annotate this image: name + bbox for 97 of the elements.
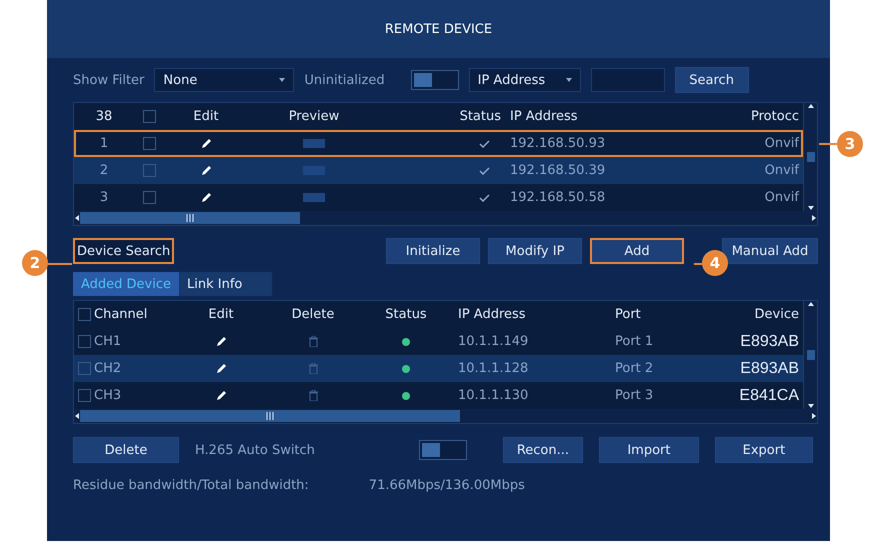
down-arrow-icon[interactable] xyxy=(808,403,814,409)
row-checkbox[interactable] xyxy=(142,164,156,177)
pencil-icon[interactable] xyxy=(215,336,227,348)
right-arrow-icon[interactable] xyxy=(811,413,817,419)
footer-button[interactable]: Import xyxy=(598,437,699,463)
column-header: Channel xyxy=(94,307,148,322)
table-cell-text: 192.168.50.93 xyxy=(509,136,606,151)
footer-button[interactable]: Recon... xyxy=(502,437,583,463)
table-cell: CH3 xyxy=(94,388,122,403)
delete-button[interactable]: Delete xyxy=(73,437,179,463)
column-header: Protocc xyxy=(750,109,800,124)
table-cell: CH2 xyxy=(94,361,122,376)
horizontal-scrollbar[interactable] xyxy=(74,211,817,225)
column-header: IP Address xyxy=(509,109,579,124)
tab[interactable]: Link Info xyxy=(179,272,272,296)
bandwidth-value: 71.66Mbps/136.00Mbps xyxy=(368,478,525,492)
column-header: Port xyxy=(614,307,642,322)
column-header: Preview xyxy=(288,109,340,124)
search-by-dropdown[interactable]: IP Address xyxy=(468,68,581,92)
table-cell-text: E893AB xyxy=(739,332,800,350)
table-cell-text: 10.1.1.130 xyxy=(457,388,530,403)
down-arrow-icon[interactable] xyxy=(808,205,814,211)
left-arrow-icon[interactable] xyxy=(74,215,80,221)
column-header: Status xyxy=(384,307,428,322)
column-header: Delete xyxy=(290,307,336,322)
filter-dropdown[interactable]: None xyxy=(154,68,294,92)
table-cell-text: 1 xyxy=(98,136,110,151)
window-title: REMOTE DEVICE xyxy=(47,0,830,58)
row-checkbox[interactable] xyxy=(78,362,91,375)
h265-toggle[interactable] xyxy=(418,440,467,460)
h265-label: H.265 Auto Switch xyxy=(195,442,315,458)
search-button[interactable]: Search xyxy=(674,67,749,93)
trash-icon[interactable] xyxy=(308,363,318,374)
pencil-icon[interactable] xyxy=(215,390,227,402)
column-header: IP Address xyxy=(457,307,527,322)
action-button[interactable]: Modify IP xyxy=(488,238,582,264)
column-header: 38 xyxy=(94,109,114,124)
action-button[interactable]: Manual Add xyxy=(722,238,818,264)
action-button[interactable]: Initialize xyxy=(386,238,480,264)
leader-line xyxy=(819,143,837,145)
callout-marker: 2 xyxy=(22,250,48,276)
table-cell-text: Onvif xyxy=(764,190,800,205)
row-checkbox[interactable] xyxy=(78,335,91,348)
check-icon xyxy=(479,194,490,202)
table-cell-text: 10.1.1.149 xyxy=(457,334,530,349)
row-checkbox[interactable] xyxy=(78,389,91,402)
row-checkbox[interactable] xyxy=(142,191,156,204)
action-button[interactable]: Add xyxy=(590,238,684,264)
vertical-scrollbar[interactable] xyxy=(803,301,817,409)
grip-icon[interactable] xyxy=(186,214,194,222)
check-icon xyxy=(479,140,490,148)
vertical-scrollbar[interactable] xyxy=(803,103,817,211)
left-arrow-icon[interactable] xyxy=(74,413,80,419)
search-field[interactable] xyxy=(590,68,665,92)
table-cell-text: Port 3 xyxy=(614,388,654,403)
uninitialized-label: Uninitialized xyxy=(304,72,385,88)
column-header: Device xyxy=(754,307,800,322)
pencil-icon[interactable] xyxy=(215,362,227,374)
scrollbar-thumb[interactable] xyxy=(806,152,814,162)
uninitialized-toggle[interactable] xyxy=(410,70,459,90)
scrollbar-thumb[interactable] xyxy=(806,350,814,360)
trash-icon[interactable] xyxy=(308,336,318,347)
grip-icon[interactable] xyxy=(266,412,274,420)
device-search-link[interactable]: Device Search xyxy=(73,238,174,264)
pencil-icon[interactable] xyxy=(200,192,212,204)
table-cell-text: 3 xyxy=(98,190,110,205)
table-cell-text: Port 1 xyxy=(614,334,654,349)
select-all-checkbox[interactable] xyxy=(78,308,91,321)
select-all-checkbox[interactable] xyxy=(142,110,156,123)
table-cell-text: Onvif xyxy=(764,163,800,178)
table-cell: CH1 xyxy=(94,334,122,349)
highlighted-row[interactable]: 1 192.168.50.93 Onvif xyxy=(74,130,803,157)
leader-line xyxy=(48,263,72,265)
table-cell-text: Onvif xyxy=(764,136,800,151)
filter-label: Show Filter xyxy=(73,72,144,88)
bandwidth-label: Residue bandwidth/Total bandwidth: xyxy=(73,478,309,492)
row-checkbox[interactable] xyxy=(142,137,156,150)
callout-marker: 3 xyxy=(837,131,863,157)
table-cell-text: 10.1.1.128 xyxy=(457,361,530,376)
column-header: Edit xyxy=(192,109,220,124)
table-cell-text: 192.168.50.39 xyxy=(509,163,606,178)
up-arrow-icon[interactable] xyxy=(808,301,814,307)
table-cell-text: E893AB xyxy=(739,360,800,378)
right-arrow-icon[interactable] xyxy=(811,215,817,221)
table-cell-text: 2 xyxy=(98,163,110,178)
table-cell-text: 192.168.50.58 xyxy=(509,190,606,205)
table-cell-text: Port 2 xyxy=(614,361,654,376)
footer-button[interactable]: Export xyxy=(714,437,813,463)
horizontal-scrollbar[interactable] xyxy=(74,409,817,423)
check-icon xyxy=(479,166,490,174)
column-header: Edit xyxy=(207,307,235,322)
pencil-icon[interactable] xyxy=(200,164,212,176)
column-header: Status xyxy=(458,109,502,124)
up-arrow-icon[interactable] xyxy=(808,103,814,109)
pencil-icon[interactable] xyxy=(200,138,212,150)
trash-icon[interactable] xyxy=(308,390,318,401)
table-cell-text: E841CA xyxy=(738,386,800,404)
